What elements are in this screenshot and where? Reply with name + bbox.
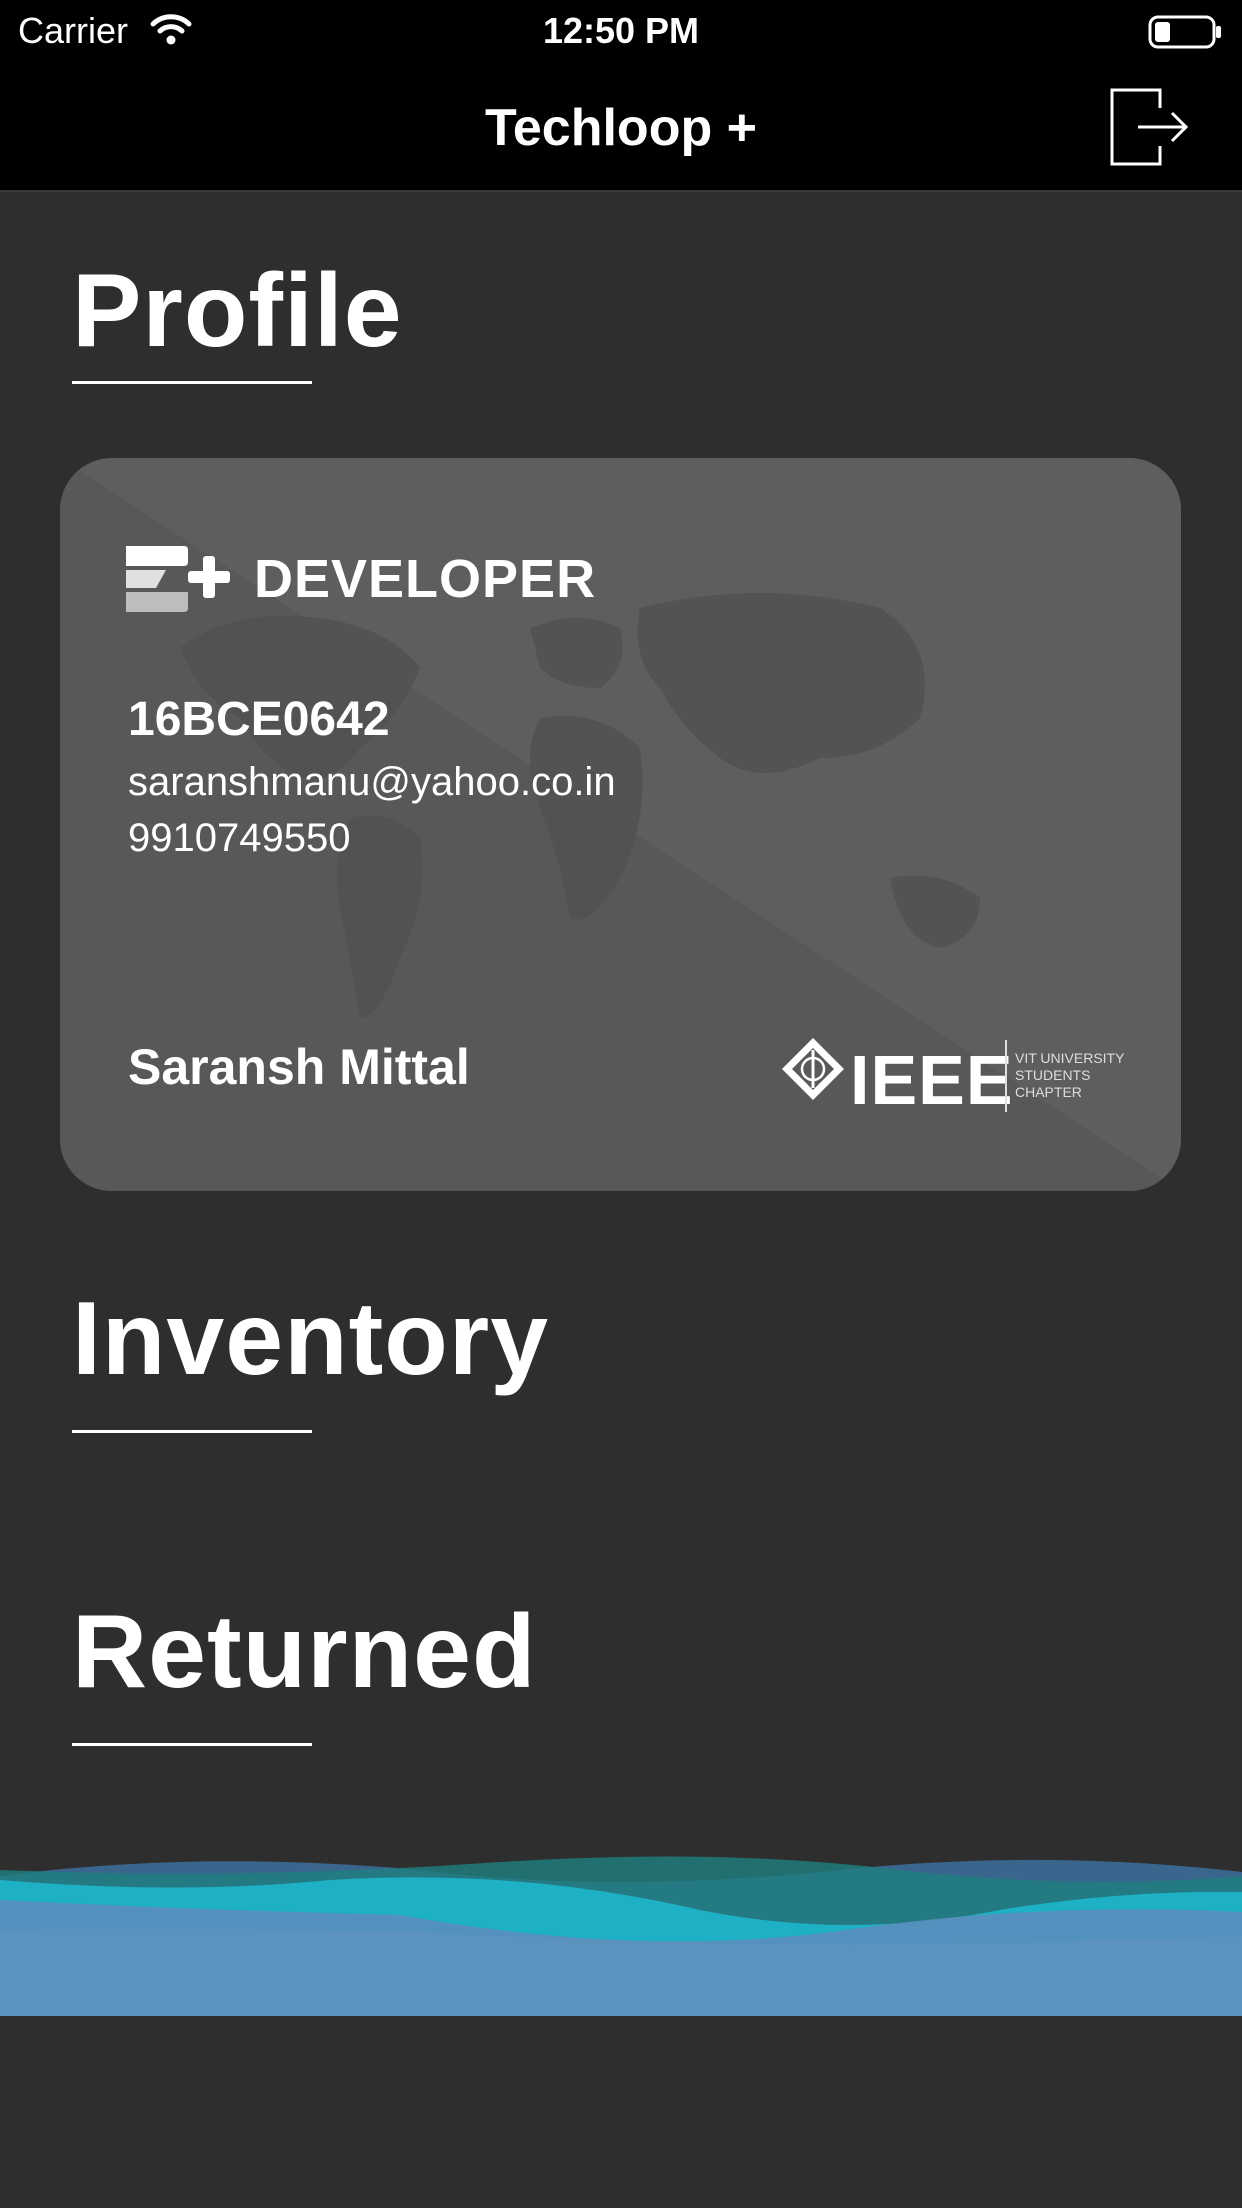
status-time: 12:50 PM: [542, 10, 700, 51]
ieee-wordmark: IEEE: [850, 1041, 1014, 1119]
section-title-inventory: Inventory: [72, 1281, 550, 1397]
card-name: Saransh Mittal: [128, 1039, 470, 1095]
card-email: saranshmanu@yahoo.co.in: [128, 760, 616, 804]
ieee-chapter-label: VIT UNIVERSITY STUDENTS CHAPTER: [1015, 1050, 1125, 1100]
battery-icon: [1148, 15, 1221, 49]
developer-badge-icon: [126, 546, 230, 612]
section-title-profile: Profile: [72, 253, 403, 369]
logout-icon[interactable]: [1108, 86, 1190, 168]
nav-title: Techloop +: [484, 99, 758, 157]
returned-underline: [72, 1743, 312, 1746]
wave-graphic: [0, 1856, 1242, 2016]
card-registration-number: 16BCE0642: [128, 693, 390, 746]
section-title-returned: Returned: [72, 1594, 537, 1710]
ieee-logo-icon: [782, 1038, 844, 1100]
ieee-divider: [1005, 1040, 1007, 1112]
card-phone: 9910749550: [128, 816, 351, 860]
card-role: DEVELOPER: [254, 549, 597, 609]
nav-bar: Techloop +: [0, 64, 1242, 192]
inventory-underline: [72, 1430, 312, 1433]
profile-underline: [72, 381, 312, 384]
status-bar: Carrier 12:50 PM: [0, 0, 1242, 64]
